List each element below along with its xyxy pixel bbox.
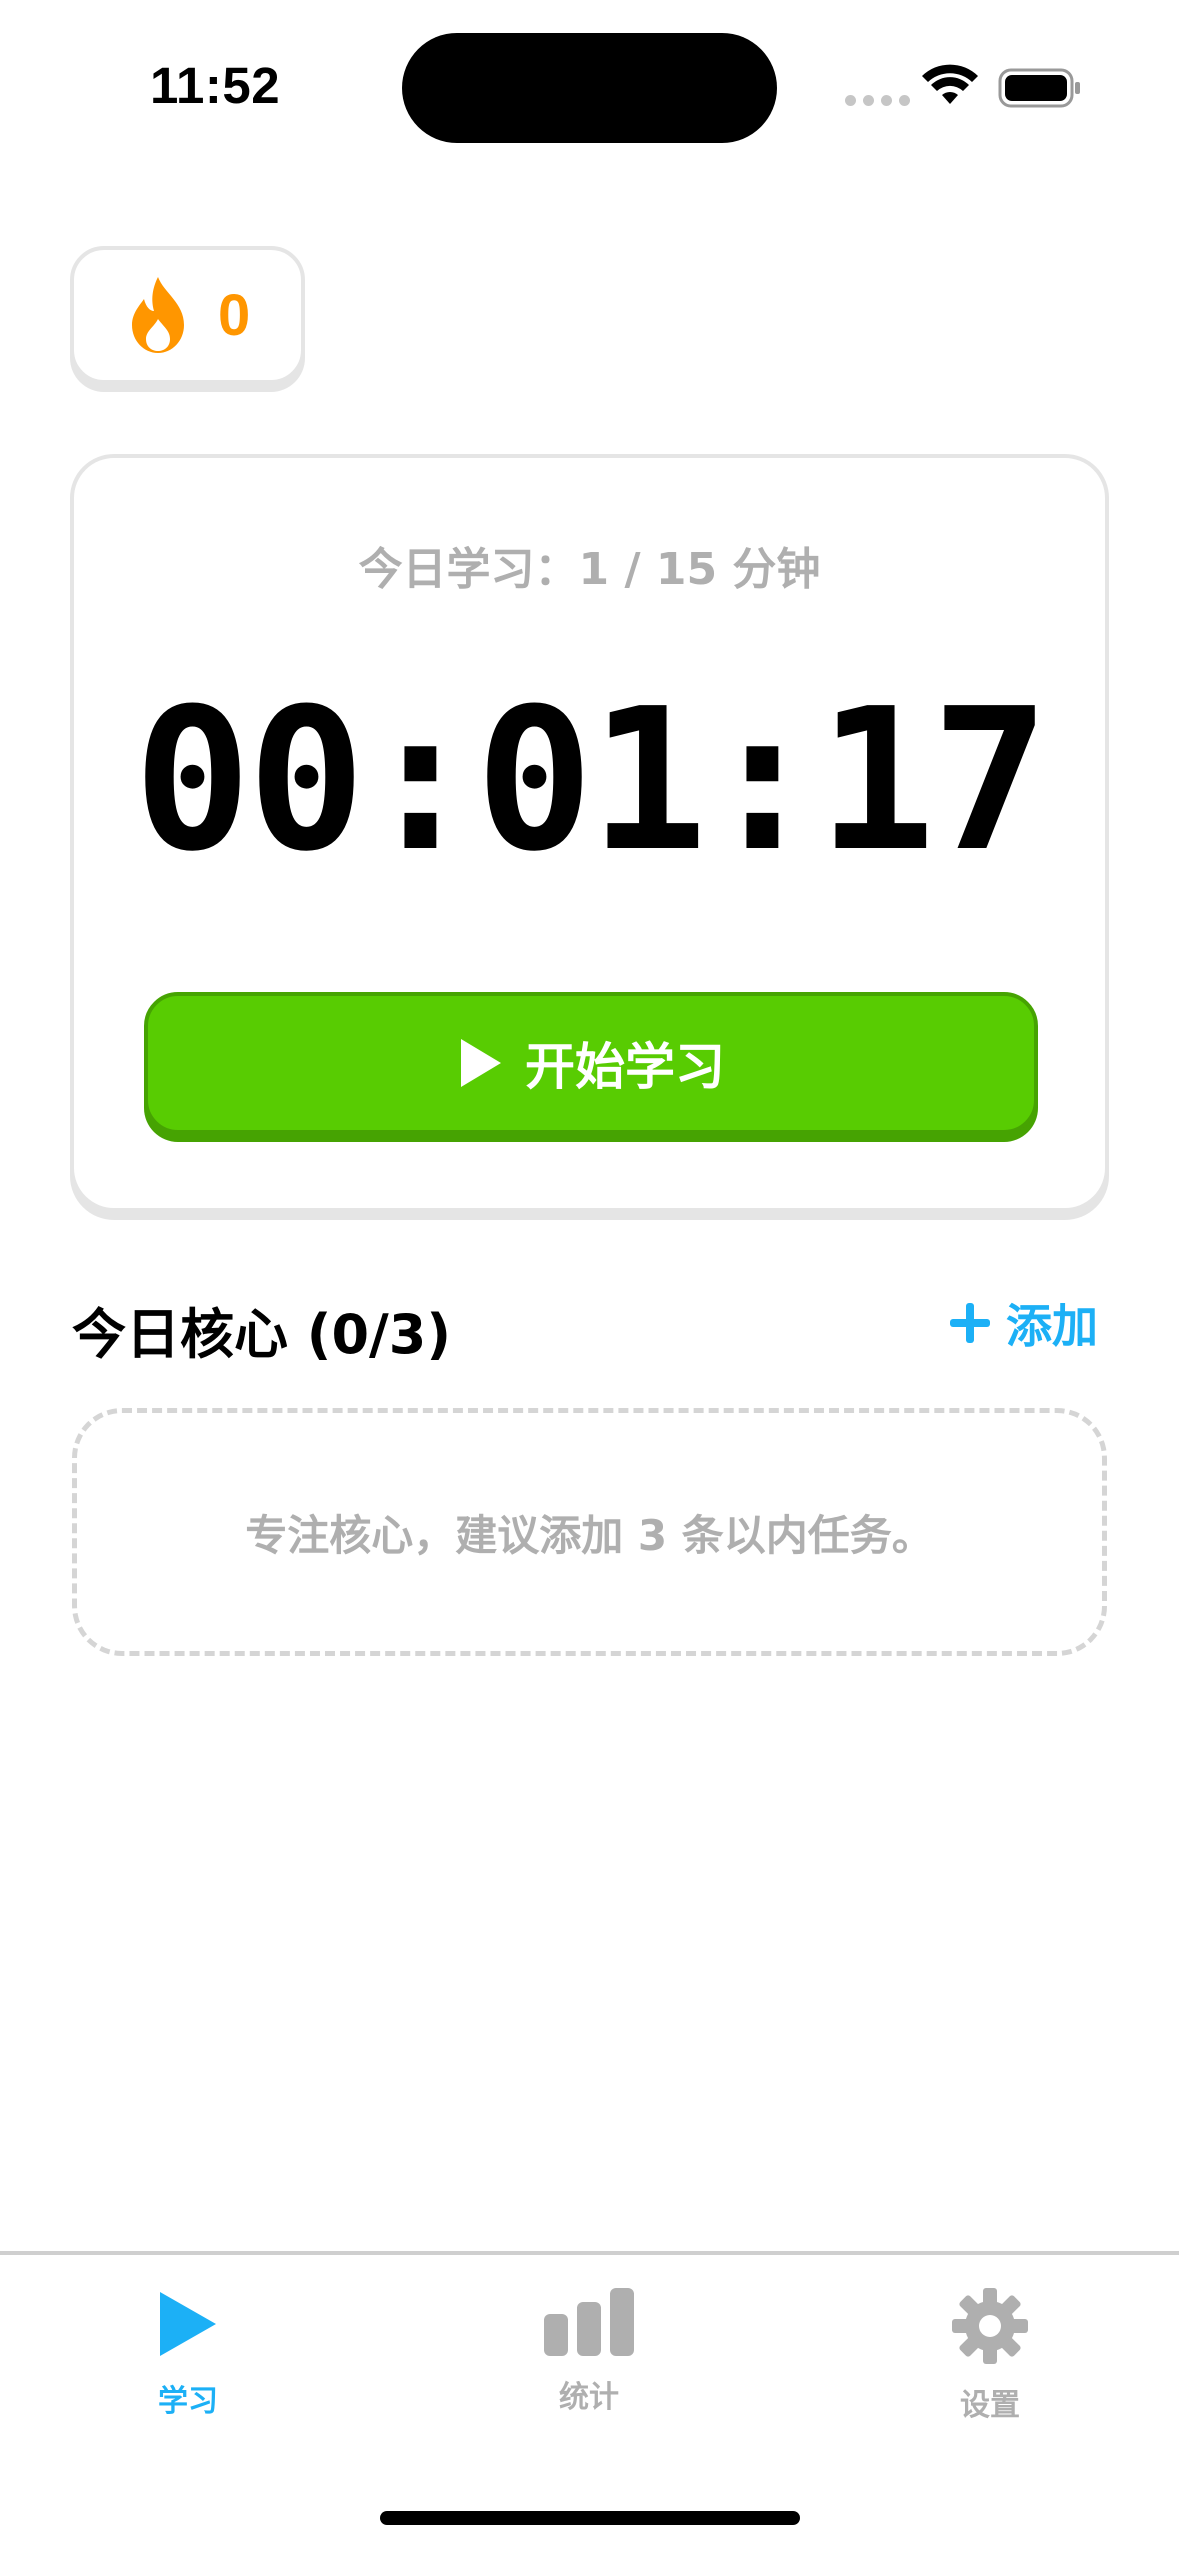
wifi-icon [922, 64, 978, 104]
today-progress-text: 今日学习：1 / 15 分钟 [358, 544, 821, 595]
add-task-label: 添加 [1006, 1299, 1098, 1353]
home-indicator[interactable] [380, 2511, 800, 2525]
tab-bar-divider [0, 2251, 1179, 2255]
flame-icon [132, 277, 184, 353]
status-time: 11:52 [150, 57, 281, 114]
core-tasks-title: 今日核心 (0/3) [72, 1303, 452, 1366]
plus-icon [950, 1303, 990, 1343]
streak-count: 0 [218, 282, 251, 348]
timer-display: 00:01:17 [133, 667, 1049, 895]
start-study-button[interactable]: 开始学习 [144, 992, 1038, 1134]
bar-chart-icon [544, 2288, 634, 2356]
tab-stats-label: 统计 [559, 2380, 619, 2415]
dynamic-island [402, 33, 777, 143]
tab-settings[interactable]: 设置 [890, 2288, 1090, 2424]
add-task-button[interactable]: 添加 [948, 1290, 1098, 1356]
tab-study-label: 学习 [158, 2384, 218, 2419]
tab-study[interactable]: 学习 [88, 2288, 288, 2420]
streak-badge[interactable]: 0 [70, 246, 305, 384]
start-study-label: 开始学习 [525, 1038, 725, 1096]
cellular-signal-icon [845, 95, 910, 106]
app-screen: 11:52 0 今日学习：1 / 15 分钟 00:01:17 开始学习 今日核… [0, 0, 1179, 2556]
play-icon [461, 1039, 501, 1087]
play-icon [160, 2292, 216, 2356]
empty-task-placeholder[interactable]: 专注核心，建议添加 3 条以内任务。 [72, 1408, 1107, 1656]
gear-icon [952, 2288, 1028, 2364]
tab-settings-label: 设置 [960, 2388, 1020, 2423]
battery-icon [998, 68, 1080, 108]
timer-card: 今日学习：1 / 15 分钟 00:01:17 开始学习 [70, 454, 1109, 1212]
empty-task-message: 专注核心，建议添加 3 条以内任务。 [245, 1510, 934, 1560]
tab-stats[interactable]: 统计 [489, 2288, 689, 2416]
